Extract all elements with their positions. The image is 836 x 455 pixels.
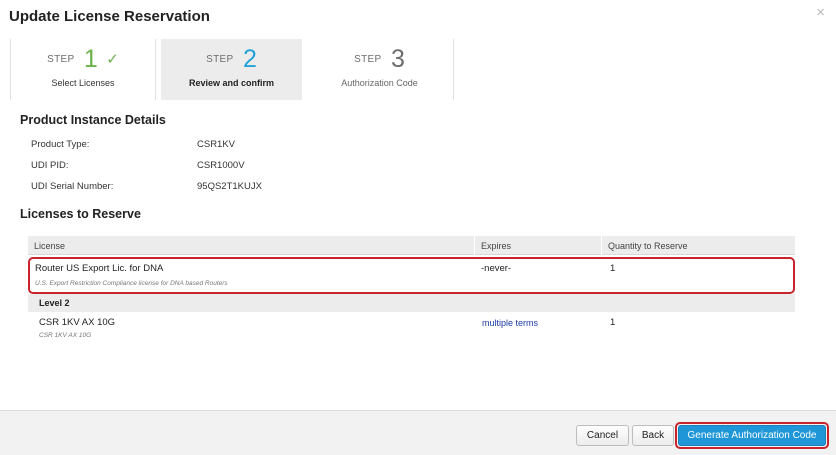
cancel-button[interactable]: Cancel xyxy=(576,425,629,446)
checkmark-icon: ✓ xyxy=(106,51,119,68)
license-quantity: 1 xyxy=(610,317,616,328)
udi-pid-value: CSR1000V xyxy=(197,160,245,171)
column-header-quantity: Quantity to Reserve xyxy=(608,241,688,251)
back-button[interactable]: Back xyxy=(632,425,674,446)
dialog-footer: Cancel Back Generate Authorization Code xyxy=(0,410,836,455)
product-type-label: Product Type: xyxy=(31,139,90,150)
generate-authorization-code-button[interactable]: Generate Authorization Code xyxy=(678,425,826,446)
close-icon[interactable]: × xyxy=(816,4,825,21)
dialog-title: Update License Reservation xyxy=(9,8,210,25)
step-review-and-confirm: STEP 2 Review and confirm xyxy=(161,39,302,100)
group-label: Level 2 xyxy=(39,298,70,308)
step-3-label: Authorization Code xyxy=(341,78,418,88)
udi-serial-value: 95QS2T1KUJX xyxy=(197,181,262,192)
license-group-header: Level 2 xyxy=(28,294,795,312)
license-description: U.S. Export Restriction Compliance licen… xyxy=(35,280,228,287)
step-1-word: STEP xyxy=(47,53,75,65)
column-divider xyxy=(474,236,475,255)
table-header: License Expires Quantity to Reserve xyxy=(28,236,795,255)
step-authorization-code: STEP 3 Authorization Code xyxy=(306,39,454,100)
step-2-label: Review and confirm xyxy=(188,78,275,88)
license-quantity: 1 xyxy=(610,263,616,274)
table-row[interactable]: CSR 1KV AX 10G CSR 1KV AX 10G multiple t… xyxy=(28,313,795,343)
product-details-heading: Product Instance Details xyxy=(20,113,166,127)
multiple-terms-link[interactable]: multiple terms xyxy=(482,318,538,328)
step-2-number: 2 xyxy=(242,45,257,73)
license-expires: -never- xyxy=(481,263,512,274)
table-row[interactable]: Router US Export Lic. for DNA U.S. Expor… xyxy=(28,257,795,294)
product-type-value: CSR1KV xyxy=(197,139,236,150)
column-header-license: License xyxy=(34,241,66,251)
step-select-licenses[interactable]: STEP 1 ✓ Select Licenses xyxy=(10,39,156,100)
license-name: CSR 1KV AX 10G xyxy=(39,317,116,328)
step-2-word: STEP xyxy=(206,53,234,65)
step-1-number: 1 xyxy=(83,45,98,73)
udi-serial-label: UDI Serial Number: xyxy=(31,181,114,192)
license-name: Router US Export Lic. for DNA xyxy=(35,263,164,274)
update-license-reservation-dialog: Update License Reservation × STEP 1 ✓ Se… xyxy=(0,0,836,455)
column-divider xyxy=(601,236,602,255)
step-3-number: 3 xyxy=(390,45,405,73)
udi-pid-label: UDI PID: xyxy=(31,160,69,171)
license-description: CSR 1KV AX 10G xyxy=(39,332,92,339)
step-1-label: Select Licenses xyxy=(51,78,115,88)
column-header-expires: Expires xyxy=(481,241,512,251)
licenses-heading: Licenses to Reserve xyxy=(20,207,141,221)
step-3-word: STEP xyxy=(354,53,382,65)
